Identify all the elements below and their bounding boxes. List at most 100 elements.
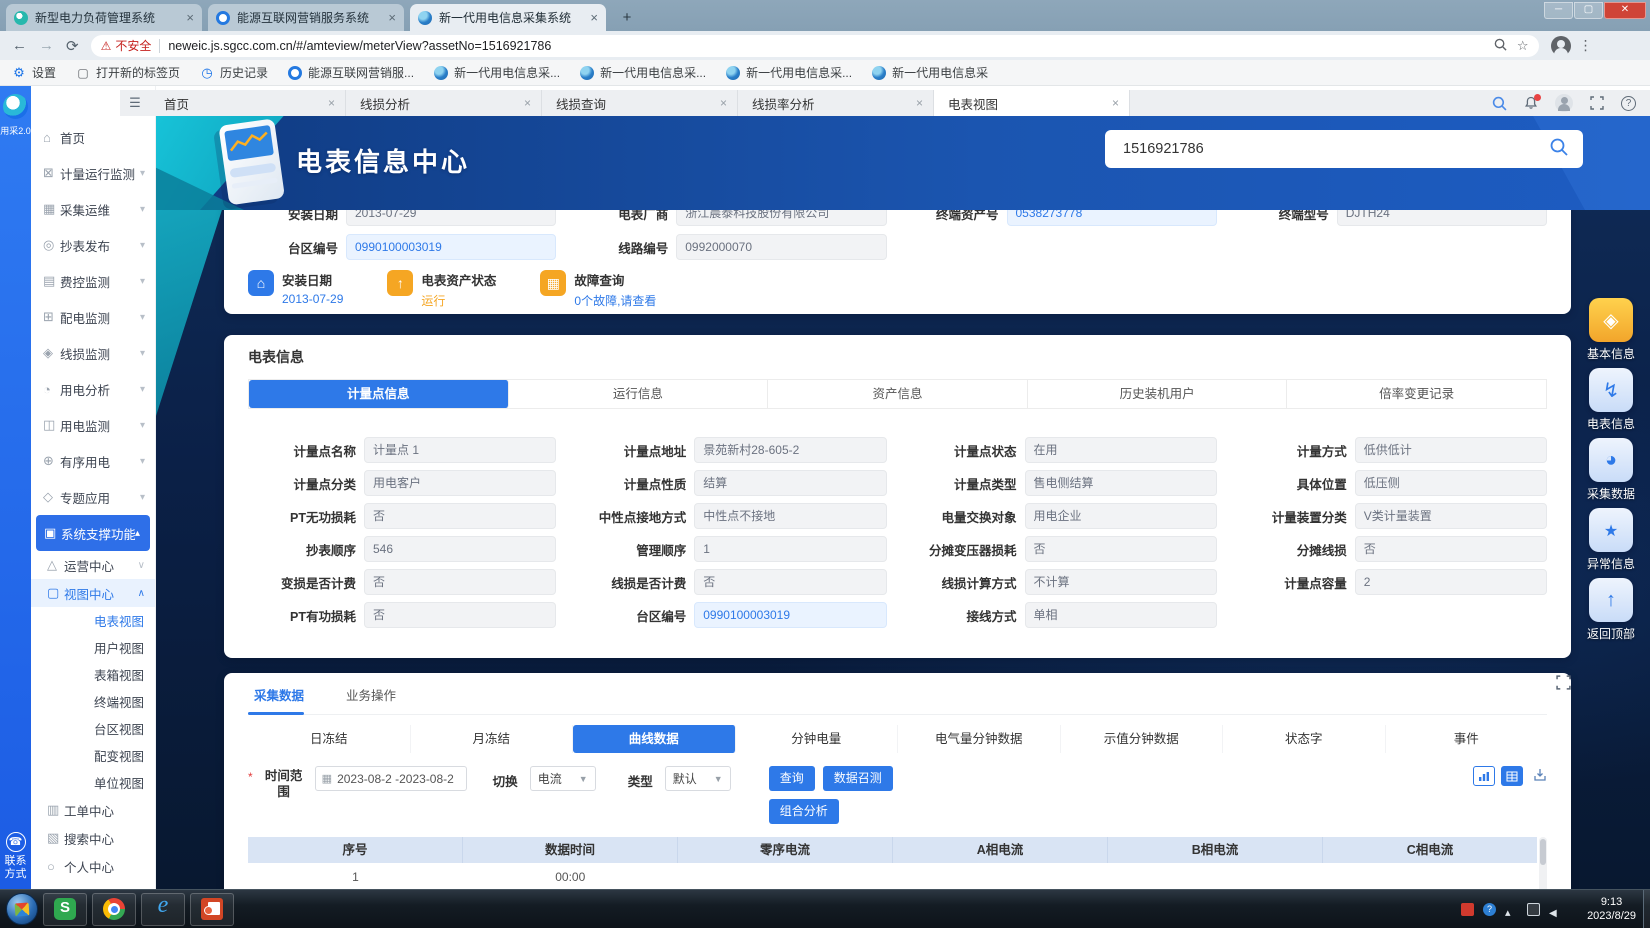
data-type-tab[interactable]: 分钟电量 bbox=[736, 725, 899, 753]
sidebar-item[interactable]: 个人中心 bbox=[31, 852, 155, 880]
bookmark-item[interactable]: 能源互联网营销服... bbox=[288, 64, 414, 81]
sidebar-item[interactable]: 视图中心 ∧ bbox=[31, 579, 155, 607]
bookmark-item[interactable]: 打开新的标签页 bbox=[76, 64, 180, 81]
table-row[interactable]: 1 00:00 bbox=[248, 863, 1537, 889]
float-nav-item[interactable]: 异常信息 bbox=[1589, 508, 1639, 572]
data-type-tab[interactable]: 事件 bbox=[1386, 725, 1548, 753]
taskbar-app-button[interactable] bbox=[190, 893, 234, 926]
taskbar-app-button[interactable] bbox=[141, 893, 185, 926]
user-avatar[interactable] bbox=[1555, 94, 1573, 112]
taskbar-app-button[interactable] bbox=[92, 893, 136, 926]
minimize-button[interactable]: ─ bbox=[1544, 2, 1573, 19]
sidebar-collapse-icon[interactable]: ☰ bbox=[120, 90, 150, 116]
tray-icon[interactable] bbox=[1505, 903, 1518, 916]
tab-close-icon[interactable]: × bbox=[328, 96, 335, 110]
bookmark-star-icon[interactable]: ☆ bbox=[1517, 38, 1529, 54]
meter-info-tab[interactable]: 历史装机用户 bbox=[1028, 380, 1288, 408]
sidebar-item[interactable]: 终端视图 bbox=[31, 688, 155, 715]
search-icon[interactable] bbox=[1549, 137, 1569, 162]
float-nav-item[interactable]: 采集数据 bbox=[1589, 438, 1639, 502]
taskbar-clock[interactable]: 9:13 2023/8/29 bbox=[1587, 895, 1636, 923]
maximize-button[interactable]: ▢ bbox=[1574, 2, 1603, 19]
bookmark-item[interactable]: 新一代用电信息采... bbox=[580, 64, 706, 81]
zoom-icon[interactable] bbox=[1494, 38, 1507, 54]
sidebar-item[interactable]: 专题应用 ▾ bbox=[31, 479, 155, 515]
sidebar-item[interactable]: 运营中心 ∨ bbox=[31, 551, 155, 579]
table-scrollbar[interactable] bbox=[1539, 837, 1547, 889]
asset-search-input[interactable] bbox=[1121, 140, 1549, 158]
float-nav-item[interactable]: 基本信息 bbox=[1589, 298, 1639, 362]
url-field[interactable]: ⚠ 不安全 neweic.js.sgcc.com.cn/#/amteview/m… bbox=[91, 35, 1539, 57]
tab-close-icon[interactable]: × bbox=[388, 10, 396, 25]
sidebar-item[interactable]: 采集运维 ▾ bbox=[31, 191, 155, 227]
contact-block[interactable]: ☎ 联系 方式 bbox=[0, 832, 31, 881]
tab-close-icon[interactable]: × bbox=[720, 96, 727, 110]
browser-tab[interactable]: 新型电力负荷管理系统 × bbox=[6, 4, 202, 31]
workspace-tab[interactable]: 线损查询 × bbox=[542, 90, 738, 116]
float-nav-item[interactable]: 返回顶部 bbox=[1589, 578, 1639, 642]
bookmark-item[interactable]: 新一代用电信息采... bbox=[726, 64, 852, 81]
sidebar-item[interactable]: 单位视图 bbox=[31, 769, 155, 796]
taskbar-app-button[interactable] bbox=[43, 893, 87, 926]
browser-tab[interactable]: 能源互联网营销服务系统 × bbox=[208, 4, 404, 31]
expand-icon[interactable] bbox=[1556, 675, 1571, 690]
back-icon[interactable]: ← bbox=[12, 37, 27, 54]
sidebar-item[interactable]: 用电监测 ▾ bbox=[31, 407, 155, 443]
float-nav-item[interactable]: 电表信息 bbox=[1589, 368, 1639, 432]
sidebar-item[interactable]: 线损监测 ▾ bbox=[31, 335, 155, 371]
sidebar-item[interactable]: 抄表发布 ▾ bbox=[31, 227, 155, 263]
sidebar-item[interactable]: 我的消息 bbox=[31, 880, 155, 889]
workspace-tab[interactable]: 线损分析 × bbox=[346, 90, 542, 116]
tab-close-icon[interactable]: × bbox=[590, 10, 598, 25]
bookmark-item[interactable]: 新一代用电信息采... bbox=[434, 64, 560, 81]
chart-view-icon[interactable] bbox=[1473, 766, 1495, 786]
sidebar-item[interactable]: 首页 bbox=[31, 119, 155, 155]
data-section-tab[interactable]: 业务操作 bbox=[340, 685, 396, 704]
combo-analysis-button[interactable]: 组合分析 bbox=[769, 799, 839, 824]
data-type-tab[interactable]: 月冻结 bbox=[411, 725, 574, 753]
stat-item[interactable]: 安装日期 2013-07-29 bbox=[248, 270, 343, 309]
data-type-tab[interactable]: 日冻结 bbox=[248, 725, 411, 753]
help-icon[interactable]: ? bbox=[1621, 96, 1636, 111]
sidebar-item[interactable]: 系统支撑功能 ▴ bbox=[36, 515, 150, 551]
tab-close-icon[interactable]: × bbox=[524, 96, 531, 110]
sidebar-item[interactable]: 表箱视图 bbox=[31, 661, 155, 688]
sidebar-item[interactable]: 电表视图 bbox=[31, 607, 155, 634]
sidebar-item[interactable]: 有序用电 ▾ bbox=[31, 443, 155, 479]
export-icon[interactable] bbox=[1533, 768, 1547, 784]
workspace-tab[interactable]: 电表视图 × bbox=[934, 90, 1130, 116]
meter-info-tab[interactable]: 倍率变更记录 bbox=[1287, 380, 1546, 408]
browser-tab[interactable]: 新一代用电信息采集系统 × bbox=[410, 4, 606, 31]
asset-search-box[interactable] bbox=[1105, 130, 1583, 168]
forward-icon[interactable]: → bbox=[39, 37, 54, 54]
refresh-icon[interactable]: ⟳ bbox=[66, 37, 79, 55]
date-range-input[interactable]: ▦ 2023-08-2 -2023-08-2 bbox=[315, 766, 467, 791]
start-button[interactable] bbox=[6, 893, 38, 925]
search-icon[interactable] bbox=[1491, 95, 1507, 111]
sidebar-item[interactable]: 搜索中心 bbox=[31, 824, 155, 852]
sidebar-item[interactable]: 配变视图 bbox=[31, 742, 155, 769]
tab-close-icon[interactable]: × bbox=[186, 10, 194, 25]
show-desktop-button[interactable] bbox=[1643, 890, 1650, 928]
sidebar-item[interactable]: 台区视图 bbox=[31, 715, 155, 742]
tray-icon[interactable] bbox=[1549, 903, 1562, 916]
bookmark-item[interactable]: 历史记录 bbox=[200, 64, 268, 81]
data-section-tab[interactable]: 采集数据 bbox=[248, 685, 304, 704]
workspace-tab[interactable]: 首页 × bbox=[150, 90, 346, 116]
data-type-tab[interactable]: 状态字 bbox=[1223, 725, 1386, 753]
sidebar-item[interactable]: 用电分析 ▾ bbox=[31, 371, 155, 407]
tray-icon[interactable] bbox=[1461, 903, 1474, 916]
tray-icon[interactable] bbox=[1527, 903, 1540, 916]
sidebar-item[interactable]: 用户视图 bbox=[31, 634, 155, 661]
close-button[interactable]: ✕ bbox=[1604, 2, 1646, 19]
data-type-tab[interactable]: 曲线数据 bbox=[573, 725, 736, 753]
stat-item[interactable]: 电表资产状态 运行 bbox=[387, 270, 496, 309]
fullscreen-icon[interactable] bbox=[1589, 95, 1605, 111]
browser-menu-icon[interactable]: ⋮ bbox=[1579, 37, 1593, 54]
table-view-icon[interactable] bbox=[1501, 766, 1523, 786]
sidebar-item[interactable]: 费控监测 ▾ bbox=[31, 263, 155, 299]
data-type-tab[interactable]: 电气量分钟数据 bbox=[898, 725, 1061, 753]
sidebar-item[interactable]: 工单中心 bbox=[31, 796, 155, 824]
type-select[interactable]: 默认 ▼ bbox=[665, 766, 731, 791]
workspace-tab[interactable]: 线损率分析 × bbox=[738, 90, 934, 116]
